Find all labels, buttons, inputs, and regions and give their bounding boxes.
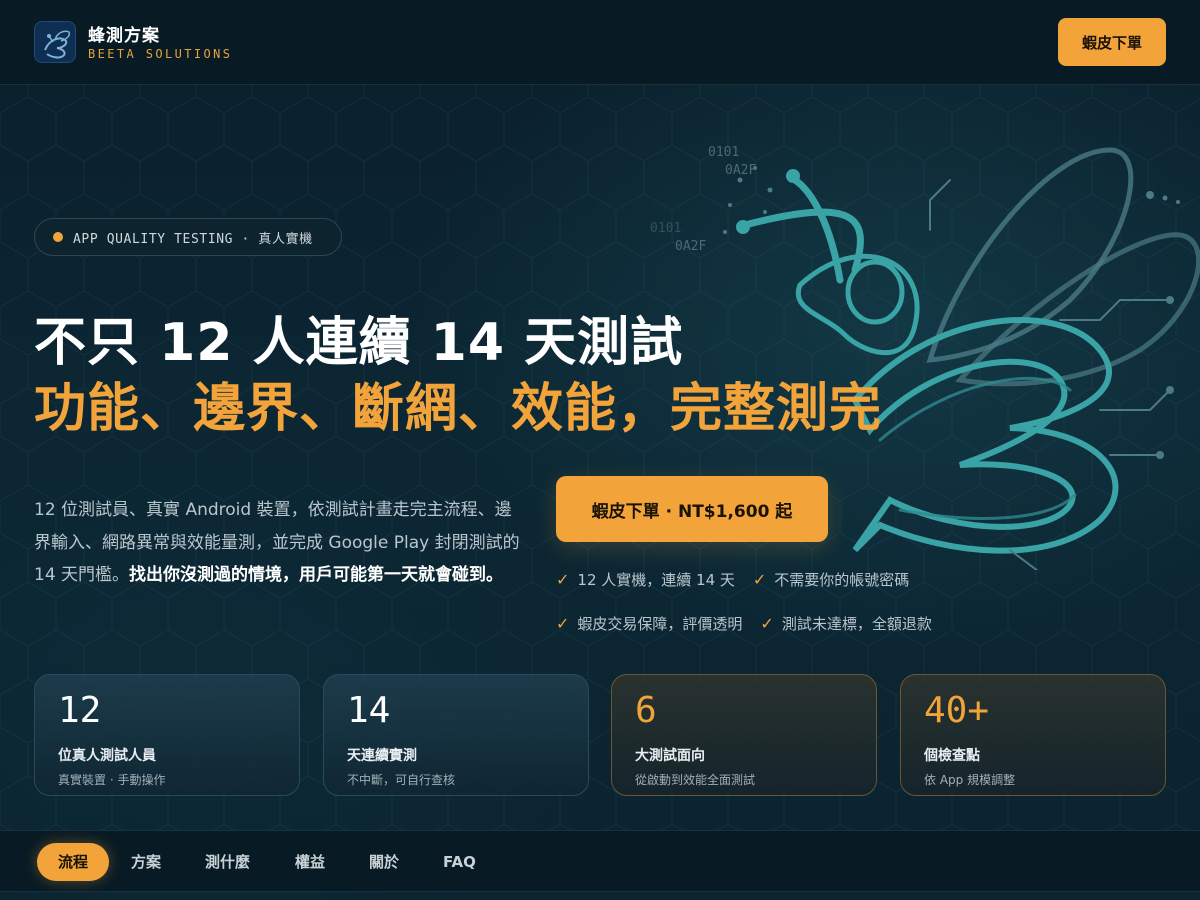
stat-subtitle: 從啟動到效能全面測試 — [635, 773, 756, 787]
stat-card-aspects: 6 大測試面向 從啟動到效能全面測試 — [611, 674, 877, 796]
brand-subtitle: BEETA SOLUTIONS — [88, 47, 233, 61]
check-icon: ✓ — [752, 569, 767, 589]
stat-subtitle: 真實裝置 · 手動操作 — [58, 773, 166, 787]
brand-name[interactable]: 蜂測方案 — [88, 21, 160, 46]
cta-order-button[interactable]: 蝦皮下單 · NT$1,600 起 — [556, 476, 828, 542]
check-item: ✓ 蝦皮交易保障，評價透明 — [556, 613, 742, 634]
benefit-checklist: ✓ 12 人實機，連續 14 天 ✓ 不需要你的帳號密碼 ✓ 蝦皮交易保障，評價… — [556, 557, 976, 645]
stat-title: 天連續實測 — [347, 748, 417, 764]
stat-number: 6 — [635, 690, 657, 731]
check-item: ✓ 測試未達標，全額退款 — [760, 613, 931, 634]
nav-item-about[interactable]: 關於 — [369, 843, 399, 881]
nav-item-plans[interactable]: 方案 — [131, 843, 161, 881]
check-label: 測試未達標，全額退款 — [781, 614, 932, 633]
check-label: 蝦皮交易保障，評價透明 — [577, 614, 743, 633]
category-pill: APP QUALITY TESTING · 真人實機 — [34, 218, 342, 256]
check-icon: ✓ — [556, 569, 570, 589]
decor-code-3: 0101 — [650, 221, 681, 236]
headline-accent: 功能、邊界、斷網、效能，完整測完 — [34, 379, 883, 439]
status-dot-icon — [53, 232, 63, 242]
check-item: ✓ 不需要你的帳號密碼 — [753, 569, 909, 590]
top-header: 蜂測方案 BEETA SOLUTIONS 蝦皮下單 — [0, 0, 1200, 85]
nav-item-what-we-test[interactable]: 測什麼 — [205, 843, 250, 881]
nav-item-rights[interactable]: 權益 — [295, 843, 325, 881]
pill-label: APP QUALITY TESTING · 真人實機 — [73, 231, 313, 247]
bee-circuit-logo-icon[interactable] — [34, 21, 76, 63]
check-label: 12 人實機，連續 14 天 — [577, 570, 735, 589]
stat-card-checkpoints: 40+ 個檢查點 依 App 規模調整 — [900, 674, 1166, 796]
check-item: ✓ 12 人實機，連續 14 天 — [556, 569, 735, 590]
headline-primary: 不只 12 人連續 14 天測試 — [34, 313, 684, 373]
check-icon: ✓ — [760, 613, 774, 633]
description-bold: 找出你沒測過的情境，用戶可能第一天就會碰到。 — [129, 565, 504, 585]
stat-title: 位真人測試人員 — [58, 748, 156, 764]
section-nav: 流程 方案 測什麼 權益 關於 FAQ — [0, 830, 1200, 892]
check-icon: ✓ — [556, 613, 570, 633]
stat-subtitle: 不中斷，可自行查核 — [347, 773, 456, 787]
nav-item-faq[interactable]: FAQ — [443, 843, 476, 881]
decor-code-4: 0A2F — [675, 239, 706, 254]
hero-description: 12 位測試員、真實 Android 裝置，依測試計畫走完主流程、邊界輸入、網路… — [34, 494, 524, 592]
stat-number: 12 — [58, 690, 102, 731]
stat-card-testers: 12 位真人測試人員 真實裝置 · 手動操作 — [34, 674, 300, 796]
check-label: 不需要你的帳號密碼 — [774, 570, 910, 589]
nav-item-process[interactable]: 流程 — [37, 843, 110, 881]
stat-number: 40+ — [924, 690, 990, 731]
decor-code-2: 0A2F — [725, 163, 756, 178]
shopee-order-button[interactable]: 蝦皮下單 — [1058, 18, 1166, 66]
stat-card-days: 14 天連續實測 不中斷，可自行查核 — [323, 674, 589, 796]
decor-code-1: 0101 — [708, 145, 739, 160]
stat-title: 大測試面向 — [635, 748, 705, 764]
stat-title: 個檢查點 — [924, 748, 980, 764]
stat-number: 14 — [347, 690, 391, 731]
stat-subtitle: 依 App 規模調整 — [924, 773, 1016, 787]
